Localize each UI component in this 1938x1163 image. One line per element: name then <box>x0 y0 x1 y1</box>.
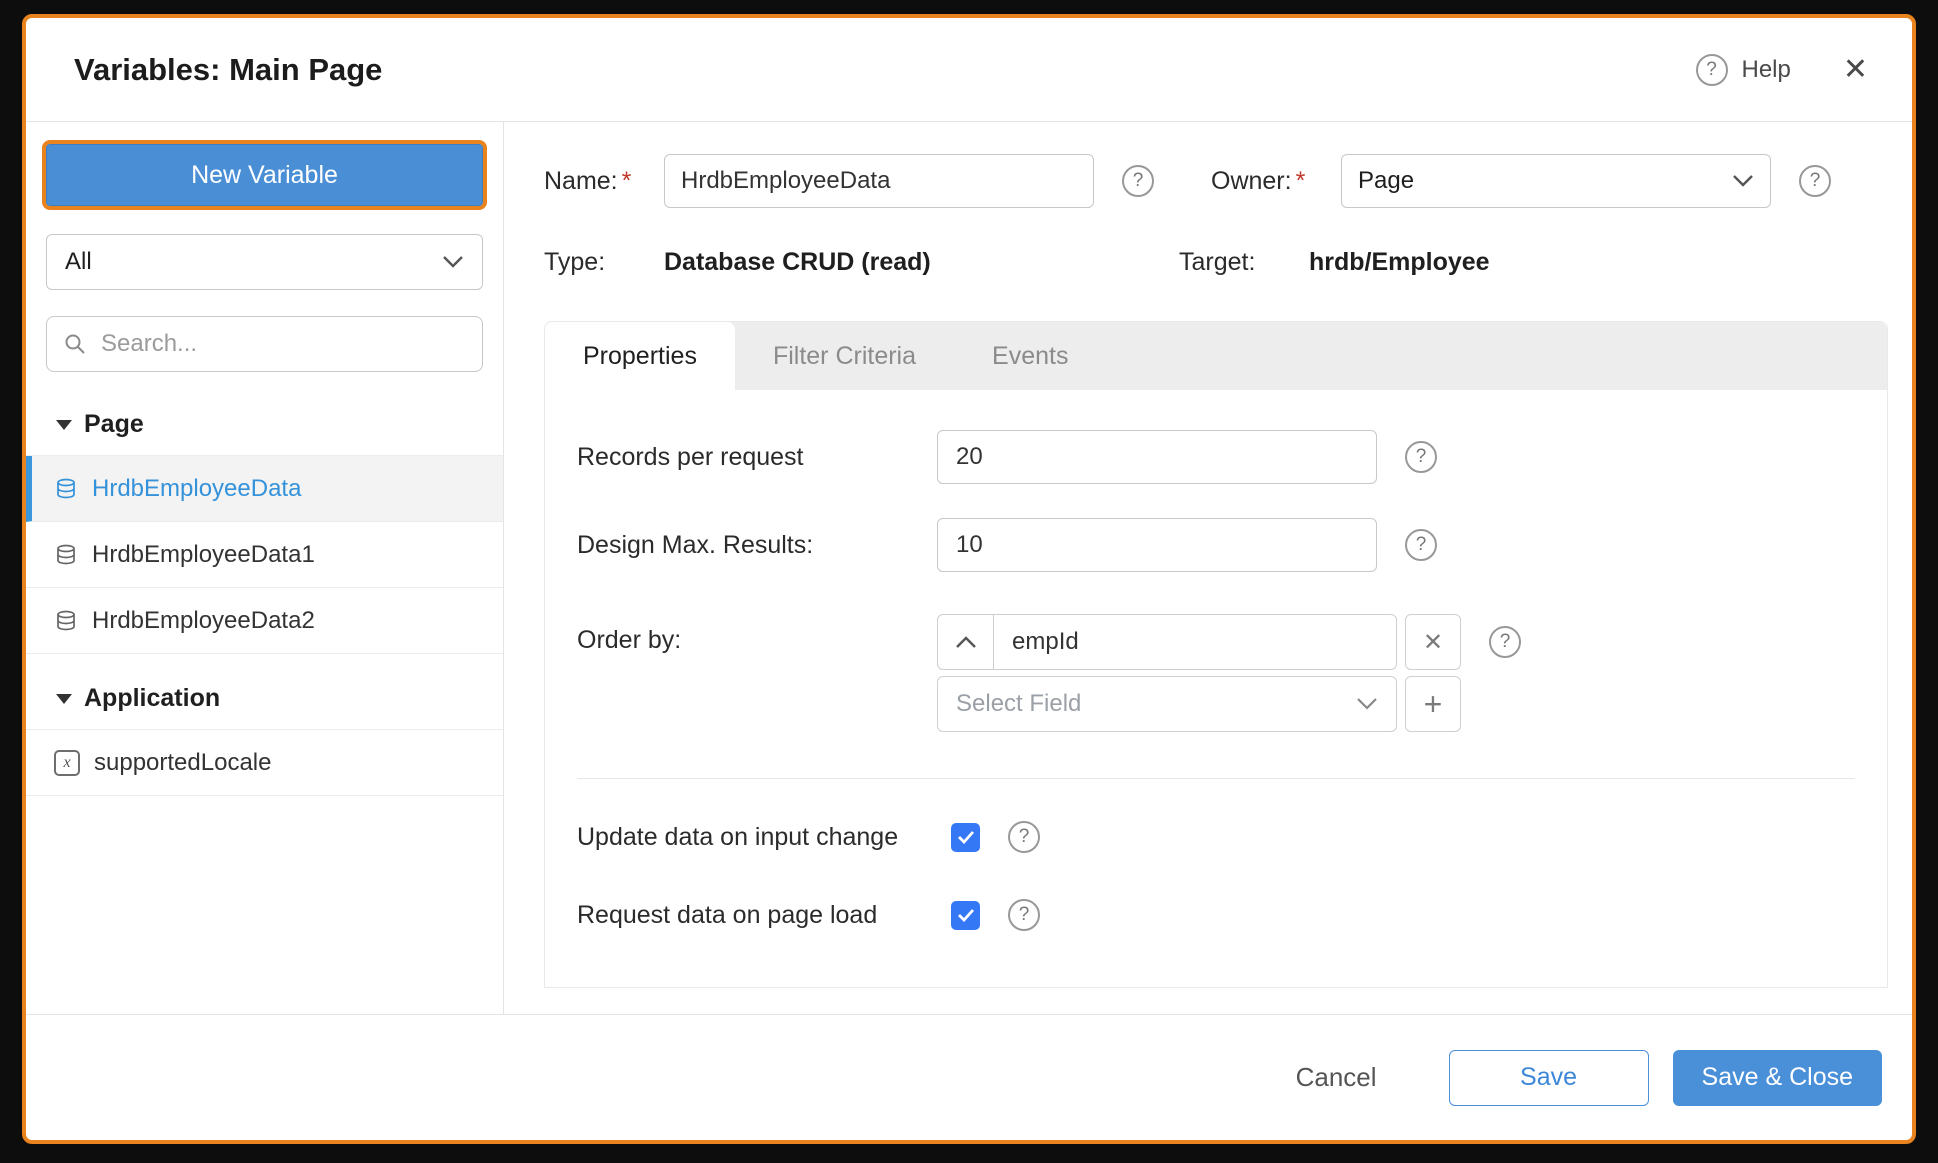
check-icon <box>959 910 973 920</box>
help-icon[interactable]: ? <box>1489 626 1521 658</box>
check-icon <box>959 832 973 842</box>
properties-panel: Properties Filter Criteria Events Record… <box>544 321 1888 988</box>
chevron-down-icon <box>1356 697 1378 711</box>
sidebar-item-hrdbemployeedata[interactable]: HrdbEmployeeData <box>26 456 503 522</box>
sidebar-item-label: HrdbEmployeeData2 <box>92 607 315 635</box>
variables-sidebar: New Variable All Page <box>26 122 504 1014</box>
help-icon[interactable]: ? <box>1405 529 1437 561</box>
dialog-header: Variables: Main Page ? Help ✕ <box>26 18 1912 122</box>
variable-icon: x <box>54 750 80 776</box>
design-max-results-field[interactable] <box>937 518 1377 572</box>
order-by-label: Order by: <box>577 614 937 655</box>
records-per-request-label: Records per request <box>577 443 937 472</box>
name-label: Name:* <box>544 167 664 196</box>
owner-label: Owner:* <box>1211 167 1341 196</box>
name-field[interactable] <box>664 154 1094 208</box>
dialog-footer: Cancel Save Save & Close <box>26 1014 1912 1140</box>
remove-order-field-button[interactable]: ✕ <box>1405 614 1461 670</box>
database-icon <box>54 609 78 633</box>
database-icon <box>54 543 78 567</box>
variables-dialog: Variables: Main Page ? Help ✕ New Variab… <box>22 14 1916 1144</box>
caret-down-icon <box>56 694 72 704</box>
owner-dropdown[interactable]: Page <box>1341 154 1771 208</box>
type-label: Type: <box>544 248 664 277</box>
tab-properties[interactable]: Properties <box>545 322 735 390</box>
order-by-control: empId ✕ Select Field <box>937 614 1461 732</box>
select-field-placeholder: Select Field <box>956 690 1081 718</box>
request-on-load-label: Request data on page load <box>577 901 937 930</box>
chevron-down-icon <box>442 255 464 269</box>
new-variable-button[interactable]: New Variable <box>46 144 483 206</box>
help-icon[interactable]: ? <box>1405 441 1437 473</box>
variable-search <box>46 316 483 372</box>
tab-filter-criteria[interactable]: Filter Criteria <box>735 322 954 390</box>
order-by-field[interactable]: empId <box>994 615 1396 669</box>
cancel-button[interactable]: Cancel <box>1290 1061 1383 1094</box>
design-max-results-label: Design Max. Results: <box>577 531 937 560</box>
database-icon <box>54 477 78 501</box>
help-icon[interactable]: ? <box>1696 54 1728 86</box>
variable-filter-dropdown[interactable]: All <box>46 234 483 290</box>
target-label: Target: <box>1179 248 1309 277</box>
caret-down-icon <box>56 420 72 430</box>
owner-value: Page <box>1358 167 1414 195</box>
update-on-input-checkbox[interactable] <box>951 823 980 852</box>
tab-bar: Properties Filter Criteria Events <box>545 322 1887 390</box>
update-on-input-label: Update data on input change <box>577 823 937 852</box>
help-icon[interactable]: ? <box>1122 165 1154 197</box>
search-input[interactable] <box>99 329 466 359</box>
save-button[interactable]: Save <box>1449 1050 1649 1106</box>
request-on-load-checkbox[interactable] <box>951 901 980 930</box>
save-and-close-button[interactable]: Save & Close <box>1673 1050 1882 1106</box>
help-label[interactable]: Help <box>1742 56 1791 84</box>
sidebar-item-label: supportedLocale <box>94 749 271 777</box>
sidebar-section-page[interactable]: Page <box>26 410 503 439</box>
search-icon <box>63 332 87 356</box>
select-field-dropdown[interactable]: Select Field <box>937 676 1397 732</box>
add-order-field-button[interactable]: + <box>1405 676 1461 732</box>
help-icon[interactable]: ? <box>1008 899 1040 931</box>
help-icon[interactable]: ? <box>1008 821 1040 853</box>
tab-events[interactable]: Events <box>954 322 1106 390</box>
chevron-down-icon <box>1732 174 1754 188</box>
sidebar-item-label: HrdbEmployeeData1 <box>92 541 315 569</box>
type-value: Database CRUD (read) <box>664 248 1094 277</box>
dialog-title: Variables: Main Page <box>74 52 382 88</box>
target-value: hrdb/Employee <box>1309 248 1739 277</box>
annotation-highlight: New Variable <box>42 140 487 210</box>
sort-ascending-icon[interactable] <box>938 615 994 669</box>
sidebar-item-supportedlocale[interactable]: x supportedLocale <box>26 730 503 796</box>
sidebar-item-hrdbemployeedata2[interactable]: HrdbEmployeeData2 <box>26 588 503 654</box>
close-icon[interactable]: ✕ <box>1843 55 1868 85</box>
variable-detail: Name:* ? Owner:* Page ? <box>504 122 1912 1014</box>
variable-filter-value: All <box>65 248 92 276</box>
sidebar-section-application[interactable]: Application <box>26 684 503 713</box>
sidebar-item-hrdbemployeedata1[interactable]: HrdbEmployeeData1 <box>26 522 503 588</box>
section-divider <box>577 778 1855 779</box>
records-per-request-field[interactable] <box>937 430 1377 484</box>
help-icon[interactable]: ? <box>1799 165 1831 197</box>
sidebar-item-label: HrdbEmployeeData <box>92 475 301 503</box>
